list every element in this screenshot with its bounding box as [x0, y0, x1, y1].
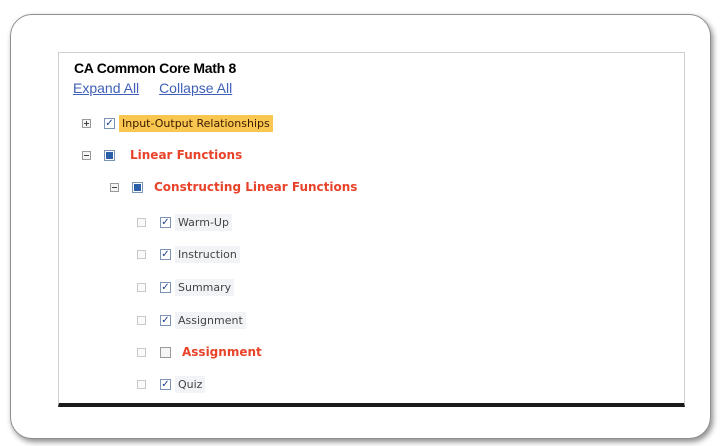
partial-checkbox[interactable] [132, 181, 143, 193]
empty-checkbox[interactable] [160, 346, 171, 358]
expand-all-link[interactable]: Expand All [73, 80, 139, 96]
leaf-label[interactable]: Assignment [175, 311, 246, 329]
checkbox[interactable]: ✓ [160, 314, 171, 326]
leaf-label[interactable]: Assignment [179, 343, 265, 361]
leaf-label[interactable]: Warm-Up [175, 213, 232, 231]
tree-leaf: ✓ Assignment [137, 309, 246, 331]
tree-leaf: ✓ Instruction [137, 243, 240, 265]
partial-checkbox[interactable] [104, 149, 115, 161]
checkbox[interactable]: ✓ [104, 117, 115, 129]
collapse-all-link[interactable]: Collapse All [159, 80, 232, 96]
tree-node-linear-functions: Linear Functions [82, 144, 245, 166]
checkbox[interactable]: ✓ [160, 248, 171, 260]
leaf-label[interactable]: Quiz [175, 375, 206, 393]
checkbox[interactable]: ✓ [160, 216, 171, 228]
collapse-toggle-icon[interactable] [82, 150, 91, 160]
tree-leaf: Assignment [137, 341, 265, 363]
expand-toggle-icon[interactable] [82, 118, 91, 128]
tree-leaf: ✓ Quiz [137, 373, 206, 395]
leaf-marker-icon [137, 217, 146, 227]
tree-leaf: ✓ Summary [137, 276, 235, 298]
node-label[interactable]: Linear Functions [127, 146, 245, 164]
leaf-marker-icon [137, 379, 146, 389]
leaf-marker-icon [137, 347, 146, 357]
checkbox[interactable]: ✓ [160, 281, 171, 293]
tree-node-input-output: ✓ Input-Output Relationships [82, 112, 273, 134]
leaf-label[interactable]: Summary [175, 278, 235, 296]
leaf-marker-icon [137, 315, 146, 325]
tree-leaf: ✓ Warm-Up [137, 211, 232, 233]
tree-node-constructing: Constructing Linear Functions [110, 176, 360, 198]
node-label[interactable]: Constructing Linear Functions [151, 178, 360, 196]
collapse-toggle-icon[interactable] [110, 182, 119, 192]
leaf-marker-icon [137, 249, 146, 259]
node-label[interactable]: Input-Output Relationships [119, 114, 273, 132]
tree-controls: Expand All Collapse All [73, 80, 232, 96]
course-title: CA Common Core Math 8 [74, 60, 236, 76]
checkbox[interactable]: ✓ [160, 378, 171, 390]
leaf-marker-icon [137, 282, 146, 292]
leaf-label[interactable]: Instruction [175, 245, 240, 263]
